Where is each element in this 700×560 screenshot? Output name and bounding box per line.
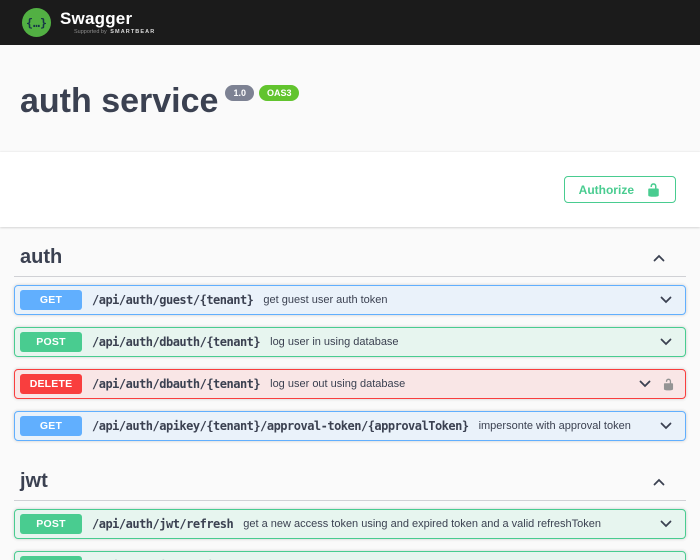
swagger-logo-link[interactable]: {…} Swagger Supported by SMARTBEAR [21,7,155,38]
chevron-down-icon [660,338,672,346]
api-badges: 1.0 OAS3 [225,85,300,101]
brand-tagline: Supported by SMARTBEAR [74,29,155,36]
operation-row[interactable]: POST /api/auth/jwt/verify verifies acces… [14,551,686,560]
operation-description: get guest user auth token [263,294,388,306]
topbar: {…} Swagger Supported by SMARTBEAR [0,0,700,45]
chevron-down-icon [660,422,672,430]
operation-path: /api/auth/dbauth/{tenant} [92,335,261,349]
oas3-badge: OAS3 [258,85,300,101]
operation-path: /api/auth/guest/{tenant} [92,293,254,307]
method-badge: POST [20,332,82,352]
chevron-up-icon [650,473,668,491]
api-info-section: auth service 1.0 OAS3 [0,45,700,152]
operations-list: auth GET /api/auth/guest/{tenant} get gu… [0,227,700,560]
auth-lock-icon[interactable] [662,377,675,392]
authorize-button-label: Authorize [578,182,634,197]
operation-path: /api/auth/jwt/refresh [92,517,234,531]
svg-text:{…}: {…} [26,16,47,30]
operation-description: log user out using database [270,378,406,390]
section-operations-jwt: POST /api/auth/jwt/refresh get a new acc… [14,501,686,560]
authorize-button[interactable]: Authorize [563,176,676,203]
api-title: auth service 1.0 OAS3 [20,82,680,120]
operation-row[interactable]: GET /api/auth/apikey/{tenant}/approval-t… [14,411,686,441]
brand-name: Swagger [60,8,133,28]
method-badge: DELETE [20,374,82,394]
section-header-jwt[interactable]: jwt [14,453,686,501]
operation-path: /api/auth/apikey/{tenant}/approval-token… [92,419,469,433]
operation-row[interactable]: POST /api/auth/dbauth/{tenant} log user … [14,327,686,357]
smartbear-wordmark: SMARTBEAR [110,28,156,35]
method-badge: GET [20,416,82,436]
operation-row[interactable]: GET /api/auth/guest/{tenant} get guest u… [14,285,686,315]
operation-path: /api/auth/dbauth/{tenant} [92,377,261,391]
section-title: jwt [20,470,48,492]
operation-description: log user in using database [270,336,399,348]
method-badge: POST [20,556,82,560]
operation-row[interactable]: DELETE /api/auth/dbauth/{tenant} log use… [14,369,686,399]
api-title-text: auth service [20,82,219,120]
scheme-container: Authorize [0,152,700,227]
unlocked-padlock-icon [648,182,659,197]
section-title: auth [20,246,63,268]
tagline-prefix: Supported by [74,28,107,35]
operation-description: impersonte with approval token [478,420,631,432]
method-badge: POST [20,514,82,534]
method-badge: GET [20,290,82,310]
operation-description: get a new access token using and expired… [243,518,601,530]
chevron-down-icon [639,380,651,388]
section-operations-auth: GET /api/auth/guest/{tenant} get guest u… [14,277,686,441]
section-header-auth[interactable]: auth [14,227,686,277]
operation-row[interactable]: POST /api/auth/jwt/refresh get a new acc… [14,509,686,539]
version-badge: 1.0 [225,85,254,101]
chevron-down-icon [660,520,672,528]
swagger-logo-icon: {…} [21,7,52,38]
chevron-up-icon [650,249,668,267]
chevron-down-icon [660,296,672,304]
